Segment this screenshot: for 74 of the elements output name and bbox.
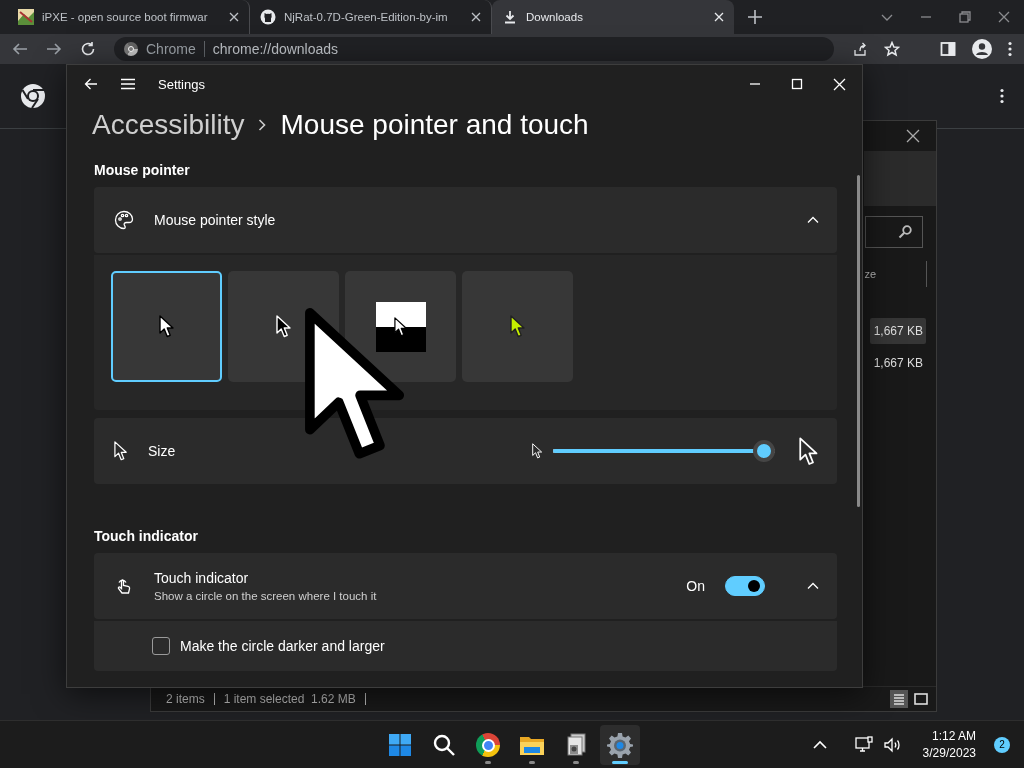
- pointer-style-option[interactable]: [111, 271, 222, 382]
- tiles-view-button[interactable]: [912, 690, 930, 708]
- setting-label: Size: [148, 443, 177, 459]
- status-text: 2 items: [166, 693, 215, 705]
- reload-icon[interactable]: [80, 41, 96, 57]
- setting-label: Touch indicator: [154, 570, 250, 586]
- toggle-state-label: On: [686, 578, 705, 594]
- section-heading: Touch indicator: [94, 528, 199, 544]
- network-icon[interactable]: [854, 735, 873, 754]
- setting-card[interactable]: Touch indicator Show a circle on the screen where I touch it On: [94, 553, 837, 619]
- small-pointer-icon: [532, 443, 543, 459]
- search-icon: [898, 225, 912, 239]
- close-icon[interactable]: [471, 12, 481, 22]
- volume-icon[interactable]: [882, 735, 901, 754]
- maximize-icon[interactable]: [791, 78, 803, 90]
- menu-icon[interactable]: [120, 78, 136, 90]
- taskbar-button[interactable]: [600, 725, 640, 765]
- checkbox-label: Make the circle darker and larger: [180, 638, 385, 654]
- scrollbar[interactable]: [857, 175, 860, 507]
- windows-logo-icon[interactable]: [388, 733, 412, 757]
- side-panel-icon[interactable]: [940, 41, 956, 57]
- notification-badge[interactable]: 2: [994, 736, 1010, 753]
- chrome-logo-icon: [20, 83, 46, 109]
- restore-icon[interactable]: [959, 11, 971, 23]
- back-arrow-icon[interactable]: [84, 77, 98, 91]
- setting-card[interactable]: Mouse pointer style: [94, 187, 837, 253]
- setting-description: Show a circle on the screen where I touch it: [154, 590, 378, 602]
- page-title: Mouse pointer and touch: [280, 109, 589, 141]
- pointer-style-option[interactable]: [345, 271, 456, 382]
- search-field[interactable]: [865, 216, 923, 248]
- toggle-switch[interactable]: [725, 576, 765, 596]
- pointer-icon: [158, 315, 175, 338]
- browser-tab[interactable]: Downloads: [492, 0, 734, 34]
- chrome-icon[interactable]: [476, 733, 500, 757]
- window-icon: [914, 693, 928, 705]
- more-menu-icon[interactable]: [1000, 88, 1004, 104]
- plus-icon[interactable]: [748, 10, 762, 24]
- large-pointer-icon: [799, 436, 819, 466]
- clock-date[interactable]: 3/29/2023: [922, 746, 976, 760]
- chevron-icon[interactable]: [807, 214, 819, 226]
- more-menu-icon[interactable]: [1008, 41, 1012, 57]
- pointer-icon: [275, 315, 292, 338]
- forward-arrow-icon[interactable]: [46, 41, 62, 57]
- checkbox[interactable]: [152, 637, 170, 655]
- inverted-pointer-icon: [375, 301, 426, 352]
- documents-icon[interactable]: [565, 733, 587, 757]
- section-heading: Mouse pointer: [94, 162, 191, 178]
- details-view-button[interactable]: [890, 690, 908, 708]
- window-title: Settings: [158, 76, 205, 92]
- address-bar[interactable]: Chrome chrome://downloads: [114, 37, 834, 61]
- folder-icon[interactable]: [519, 734, 545, 756]
- file-size-cell[interactable]: 1,667 KB: [869, 350, 926, 376]
- pointer-outline-icon: [114, 441, 128, 461]
- close-icon[interactable]: [229, 12, 239, 22]
- list-icon: [893, 693, 905, 705]
- gear-icon[interactable]: [607, 732, 633, 758]
- palette-icon: [114, 210, 134, 230]
- file-size-cell[interactable]: 1,667 KB: [869, 318, 926, 344]
- url-text: chrome://downloads: [212, 41, 339, 57]
- column-header[interactable]: ze: [864, 268, 876, 280]
- chrome-icon: [124, 42, 138, 56]
- download-icon: [502, 9, 518, 25]
- close-icon[interactable]: [906, 129, 920, 143]
- clock-time[interactable]: 1:12 AM: [931, 729, 976, 743]
- status-text: 1 item selected 1.62 MB: [223, 693, 366, 705]
- chevron-icon[interactable]: [807, 580, 819, 592]
- chevron-right-icon: [258, 118, 267, 132]
- star-icon[interactable]: [884, 41, 900, 57]
- share-icon[interactable]: [852, 41, 868, 57]
- site-label: Chrome: [146, 41, 196, 57]
- setting-label: Mouse pointer style: [154, 212, 277, 228]
- breadcrumb-link[interactable]: Accessibility: [92, 109, 245, 141]
- profile-icon[interactable]: [972, 39, 992, 59]
- search-icon[interactable]: [432, 733, 456, 757]
